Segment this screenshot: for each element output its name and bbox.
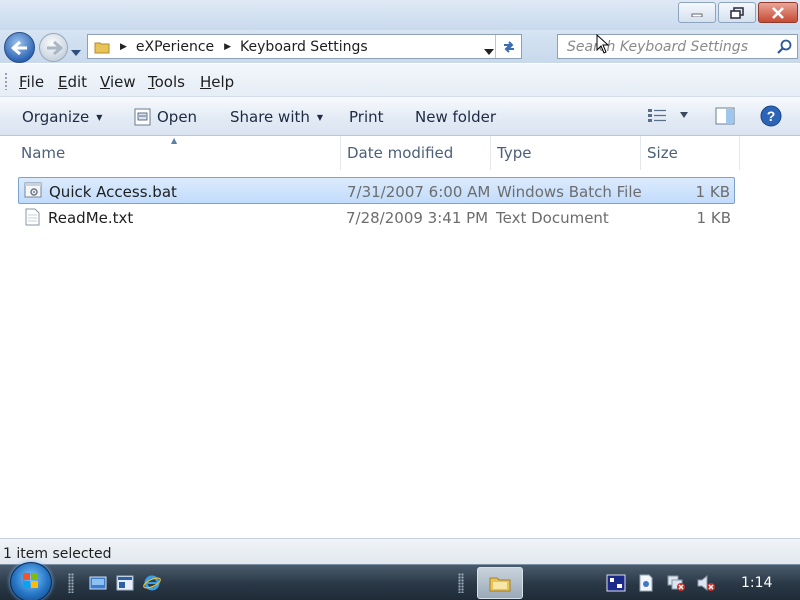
file-row[interactable]: ReadMe.txt 7/28/2009 3:41 PM Text Docume… — [18, 204, 735, 231]
file-name: ReadMe.txt — [48, 209, 134, 227]
share-with-button[interactable]: Share with ▼ — [230, 108, 323, 126]
print-label: Print — [349, 108, 384, 126]
forward-button[interactable] — [39, 33, 68, 62]
status-bar: 1 item selected — [0, 538, 800, 564]
selection-status-text: 1 item selected — [3, 546, 112, 562]
breadcrumb-separator-icon[interactable]: ▶ — [224, 42, 231, 52]
column-size[interactable]: Size — [647, 136, 678, 170]
start-button[interactable] — [10, 562, 52, 600]
open-label: Open — [157, 108, 198, 126]
column-headers: ▲ Name Date modified Type Size — [0, 136, 740, 170]
taskbar-grip[interactable] — [458, 573, 464, 593]
column-divider[interactable] — [739, 136, 740, 170]
menu-file[interactable]: File — [19, 73, 44, 91]
mouse-cursor-icon — [596, 34, 610, 54]
column-date-modified[interactable]: Date modified — [347, 136, 453, 170]
column-name[interactable]: Name — [21, 136, 65, 170]
menu-edit[interactable]: Edit — [58, 73, 87, 91]
command-bar: Organize ▼ Open Share with ▼ Print New f… — [0, 97, 800, 136]
file-size: 1 KB — [696, 209, 731, 227]
breadcrumb-experience[interactable]: eXPerience — [136, 39, 214, 55]
menu-view[interactable]: View — [100, 73, 136, 91]
taskbar-explorer-button[interactable] — [477, 567, 523, 599]
minimize-button[interactable] — [678, 2, 716, 23]
file-name: Quick Access.bat — [49, 183, 177, 201]
chevron-down-icon — [680, 112, 688, 118]
address-bar[interactable]: ▶ eXPerience ▶ Keyboard Settings — [87, 34, 522, 59]
view-options-dropdown[interactable] — [680, 112, 688, 118]
back-arrow-icon — [11, 40, 27, 55]
open-button[interactable]: Open — [134, 108, 197, 126]
help-icon: ? — [760, 105, 782, 127]
search-box[interactable] — [557, 34, 798, 59]
share-with-label: Share with — [230, 108, 310, 126]
menu-bar: File Edit View Tools Help — [0, 63, 800, 97]
text-file-icon — [25, 208, 40, 226]
menu-help[interactable]: Help — [200, 73, 234, 91]
document-tray-icon[interactable] — [636, 574, 656, 592]
file-date-modified: 7/28/2009 3:41 PM — [346, 209, 489, 227]
file-type: Windows Batch File — [497, 183, 642, 201]
folder-icon — [489, 577, 511, 592]
new-folder-label: New folder — [415, 108, 497, 126]
menu-grip-handle[interactable] — [4, 72, 8, 90]
minimize-icon — [691, 13, 703, 17]
close-button[interactable] — [758, 2, 798, 23]
chevron-down-icon — [71, 50, 81, 56]
quick-launch-grip[interactable] — [68, 573, 74, 593]
volume-muted-icon[interactable] — [696, 574, 716, 592]
window-controls — [678, 2, 798, 23]
internet-explorer-icon[interactable] — [143, 574, 161, 592]
clock[interactable]: 1:14 — [741, 575, 772, 591]
preview-pane-button[interactable] — [715, 107, 735, 125]
switch-windows-icon[interactable] — [116, 574, 134, 592]
breadcrumb-keyboard-settings[interactable]: Keyboard Settings — [240, 39, 368, 55]
file-row[interactable]: Quick Access.bat 7/31/2007 6:00 AM Windo… — [18, 177, 735, 204]
file-date-modified: 7/31/2007 6:00 AM — [347, 183, 491, 201]
print-button[interactable]: Print — [349, 108, 384, 126]
chevron-down-icon — [484, 49, 494, 55]
file-size: 1 KB — [695, 183, 730, 201]
file-type: Text Document — [496, 209, 609, 227]
back-button[interactable] — [4, 32, 35, 63]
column-type[interactable]: Type — [497, 136, 531, 170]
search-icon[interactable] — [777, 39, 792, 54]
maximize-button[interactable] — [718, 2, 756, 23]
column-divider[interactable] — [340, 136, 341, 170]
sort-ascending-icon: ▲ — [171, 136, 178, 145]
column-divider[interactable] — [490, 136, 491, 170]
address-history-dropdown[interactable] — [484, 43, 494, 59]
close-icon — [772, 6, 784, 19]
column-divider[interactable] — [640, 136, 641, 170]
network-disconnected-icon[interactable] — [666, 574, 686, 592]
svg-text:?: ? — [767, 108, 776, 124]
menu-tools[interactable]: Tools — [148, 73, 185, 91]
batch-file-icon — [24, 182, 42, 198]
help-button[interactable]: ? — [760, 105, 782, 127]
breadcrumb-separator-icon[interactable]: ▶ — [120, 42, 127, 52]
show-desktop-icon[interactable] — [89, 574, 107, 592]
open-file-icon — [134, 108, 151, 126]
taskbar: 1:14 — [0, 562, 800, 600]
restore-icon — [730, 6, 744, 19]
recent-pages-dropdown[interactable] — [71, 44, 81, 60]
chevron-down-icon: ▼ — [96, 112, 103, 122]
preview-pane-icon — [715, 107, 735, 125]
windows-logo-icon — [23, 573, 38, 588]
change-view-button[interactable] — [647, 108, 667, 124]
chevron-down-icon: ▼ — [316, 112, 324, 122]
input-language-icon[interactable] — [606, 574, 626, 592]
refresh-icon — [503, 40, 514, 53]
forward-arrow-icon — [46, 40, 62, 55]
window-titlebar — [0, 0, 800, 30]
organize-label: Organize — [22, 108, 90, 126]
refresh-button[interactable] — [495, 35, 521, 58]
search-input[interactable] — [558, 35, 770, 58]
new-folder-button[interactable]: New folder — [415, 108, 496, 126]
folder-icon — [94, 42, 110, 53]
organize-button[interactable]: Organize ▼ — [22, 108, 102, 126]
details-view-icon — [648, 109, 666, 122]
